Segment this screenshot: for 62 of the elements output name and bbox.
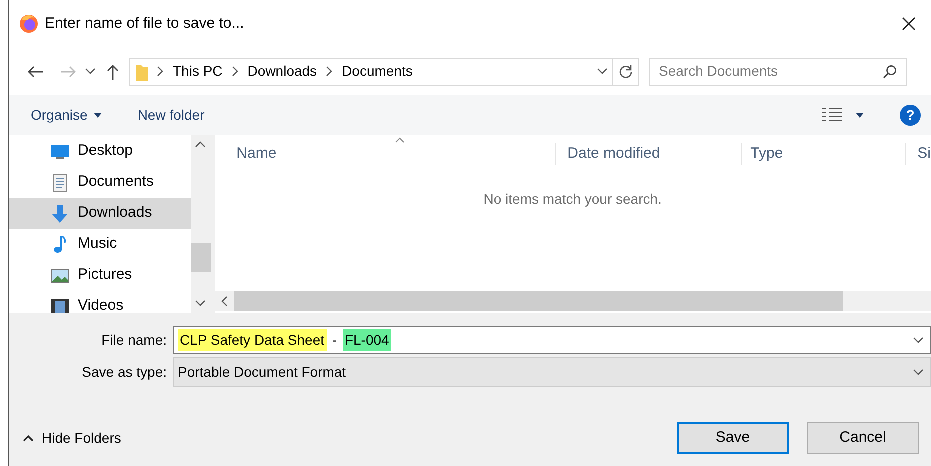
breadcrumb-item[interactable]: This PC	[173, 61, 223, 82]
chevron-right-icon	[326, 66, 334, 77]
scrollbar-thumb[interactable]	[190, 243, 211, 272]
sidebar-item[interactable]: Videos	[9, 291, 191, 313]
new-folder-button[interactable]: New folder	[138, 104, 205, 126]
field-label: File name:	[100, 330, 168, 350]
empty-message: No items match your search.	[484, 190, 662, 209]
view-options-button[interactable]	[822, 108, 864, 122]
column-header[interactable]: Si	[904, 142, 931, 165]
document-icon	[53, 174, 67, 192]
refresh-icon	[618, 64, 632, 78]
highlighted-text: FL-004	[342, 328, 392, 350]
folder-icon	[136, 62, 148, 80]
address-bar[interactable]: This PC Downloads Documents	[129, 58, 639, 86]
organise-menu-button[interactable]: Organise	[31, 104, 102, 126]
music-note-icon	[54, 236, 66, 254]
picture-icon	[51, 268, 69, 282]
dialog-button[interactable]: Save	[677, 422, 789, 454]
chevron-down-icon	[84, 68, 96, 75]
chevron-right-icon	[232, 66, 239, 77]
chevron-right-icon	[157, 66, 164, 77]
film-icon	[51, 298, 69, 313]
chevron-down-icon	[913, 368, 924, 376]
sidebar-item[interactable]: Documents	[9, 167, 191, 198]
caret-icon	[856, 112, 864, 118]
scroll-left-icon	[220, 296, 228, 306]
up-arrow-icon	[107, 64, 119, 80]
sidebar-item[interactable]: Music	[9, 229, 191, 260]
column-header[interactable]: Type	[740, 142, 905, 165]
caret-icon	[94, 112, 102, 118]
scroll-up-icon	[195, 141, 206, 148]
down-arrow-icon	[52, 204, 68, 222]
forward-arrow-icon	[61, 66, 77, 78]
hide-folders-button[interactable]: Hide Folders	[23, 428, 122, 448]
sidebar-item[interactable]: Downloads	[9, 198, 191, 229]
dialog-button[interactable]: Cancel	[807, 422, 919, 454]
highlighted-text: CLP Safety Data Sheet	[178, 328, 326, 350]
window-title: Enter name of file to save to...	[45, 14, 244, 34]
monitor-icon	[51, 144, 69, 158]
column-header[interactable]: Name	[214, 142, 555, 165]
chevron-down-icon	[596, 68, 608, 75]
search-input[interactable]: Search Documents	[659, 61, 883, 82]
close-icon	[902, 17, 916, 31]
save-as-type-dropdown[interactable]: Portable Document Format	[173, 357, 931, 387]
back-arrow-icon	[27, 66, 43, 78]
breadcrumb-item[interactable]: Documents	[342, 61, 413, 82]
scroll-down-icon	[195, 300, 206, 307]
field-label: Save as type:	[81, 362, 168, 382]
breadcrumb-item[interactable]: Downloads	[248, 61, 318, 82]
search-field[interactable]: Search Documents	[649, 58, 907, 86]
details-view-icon	[822, 108, 842, 122]
browser-logo-icon	[19, 14, 39, 34]
text: -	[331, 330, 338, 350]
file-name-field[interactable]: CLP Safety Data Sheet - FL-004	[173, 326, 931, 354]
sidebar-item[interactable]: Desktop	[9, 136, 191, 167]
chevron-up-icon	[23, 434, 34, 442]
column-header[interactable]: Date modified	[554, 142, 741, 165]
chevron-down-icon	[913, 336, 924, 344]
sidebar-item[interactable]: Pictures	[9, 260, 191, 291]
sort-up-icon	[394, 137, 405, 143]
help-button[interactable]: ?	[900, 104, 921, 126]
search-icon	[883, 64, 897, 78]
